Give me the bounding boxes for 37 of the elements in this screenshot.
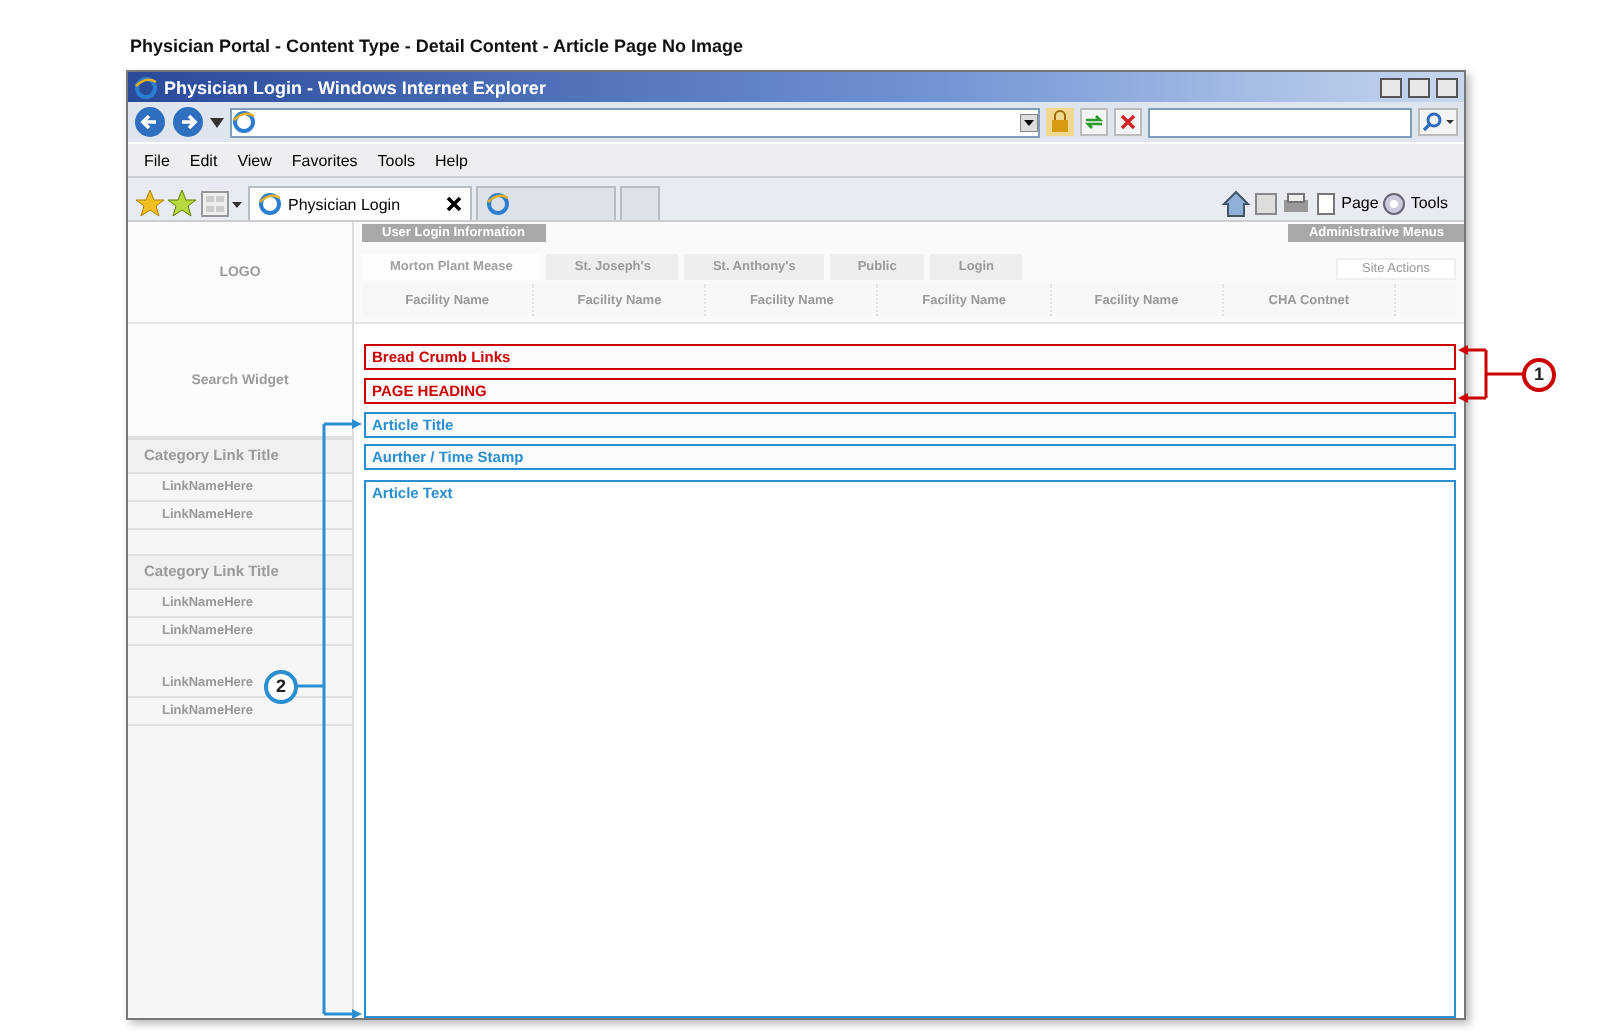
back-icon[interactable] [134,106,166,138]
page-icon [1313,191,1338,215]
page-icon [232,110,256,134]
home-icon[interactable] [1221,189,1250,217]
refresh-icon[interactable] [1080,108,1108,136]
tools-menu[interactable]: Tools [1410,194,1448,212]
add-favorite-icon[interactable] [168,188,196,220]
caret-icon[interactable] [210,117,224,127]
close-button[interactable] [1436,77,1458,97]
address-field[interactable] [230,107,1040,137]
page-icon [486,192,510,216]
maximize-button[interactable] [1408,77,1430,97]
callout-connector [1458,345,1524,403]
stop-icon[interactable] [1114,108,1142,136]
menu-item[interactable]: Favorites [291,151,358,169]
page-menu[interactable]: Page [1341,194,1379,212]
browser-tab[interactable] [476,186,616,220]
window-title: Physician Login - Windows Internet Explorer [164,77,546,97]
menu-item[interactable]: Tools [377,151,415,169]
page-title: Physician Portal - Content Type - Detail Content - Article Page No Image [130,34,746,60]
browser-logo-icon [134,75,158,99]
close-icon[interactable] [446,196,462,212]
star-icon[interactable] [136,188,164,220]
menu-item[interactable]: Edit [189,151,218,169]
tab-grid-icon[interactable] [200,188,244,220]
page-icon [258,192,282,216]
menu-item[interactable]: View [237,151,272,169]
printer-icon[interactable] [1281,191,1310,215]
browser-tab[interactable]: Physician Login [248,186,472,220]
minimize-button[interactable] [1380,77,1402,97]
dropdown-icon[interactable] [1020,113,1038,131]
search-field[interactable] [1148,107,1412,137]
forward-icon[interactable] [172,106,204,138]
search-icon[interactable] [1418,108,1458,136]
menu-item[interactable]: File [144,151,170,169]
menu-item[interactable]: Help [434,151,468,169]
callout-number: 1 [1522,357,1556,391]
